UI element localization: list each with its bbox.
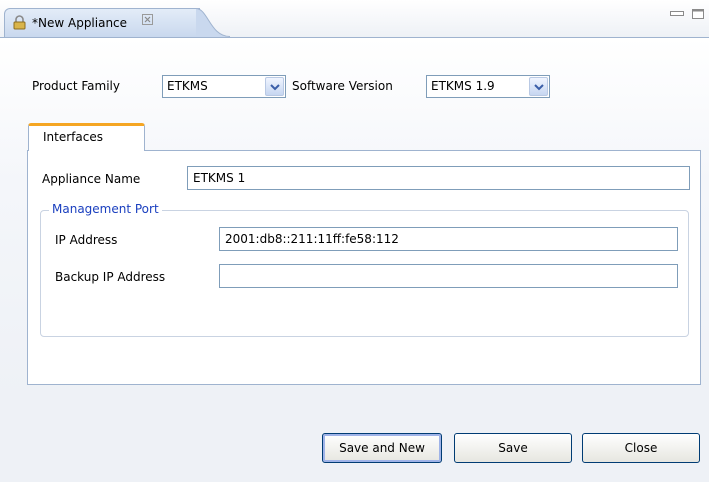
editor-tab-title: *New Appliance bbox=[32, 16, 128, 30]
editor-form-area: Product Family ETKMS Software Version ET… bbox=[0, 38, 709, 482]
software-version-select[interactable]: ETKMS 1.9 bbox=[426, 75, 550, 98]
tab-interfaces-label: Interfaces bbox=[43, 130, 103, 144]
software-version-label: Software Version bbox=[292, 79, 393, 93]
backup-ip-address-field[interactable] bbox=[219, 264, 678, 288]
chevron-down-icon[interactable] bbox=[265, 77, 284, 96]
product-family-value: ETKMS bbox=[167, 79, 208, 93]
chevron-down-icon[interactable] bbox=[529, 77, 548, 96]
save-and-new-button[interactable]: Save and New bbox=[322, 433, 442, 463]
tab-interfaces[interactable]: Interfaces bbox=[28, 123, 145, 151]
product-family-select[interactable]: ETKMS bbox=[162, 75, 286, 98]
ip-address-value: 2001:db8::211:11ff:fe58:112 bbox=[225, 232, 399, 246]
software-version-value: ETKMS 1.9 bbox=[431, 79, 495, 93]
appliance-name-value: ETKMS 1 bbox=[193, 171, 246, 185]
lock-icon bbox=[13, 15, 26, 30]
close-button[interactable]: Close bbox=[582, 433, 700, 463]
product-family-label: Product Family bbox=[32, 79, 120, 93]
management-port-group: Management Port IP Address 2001:db8::211… bbox=[40, 202, 689, 337]
appliance-name-label: Appliance Name bbox=[42, 172, 141, 186]
maximize-icon[interactable] bbox=[692, 9, 704, 19]
interfaces-tab-panel: Appliance Name ETKMS 1 Management Port I… bbox=[27, 150, 701, 385]
appliance-name-field[interactable]: ETKMS 1 bbox=[187, 166, 690, 190]
backup-ip-address-label: Backup IP Address bbox=[55, 270, 166, 284]
ip-address-field[interactable]: 2001:db8::211:11ff:fe58:112 bbox=[219, 227, 678, 251]
close-icon[interactable] bbox=[142, 14, 153, 25]
editor-tab-new-appliance[interactable]: *New Appliance bbox=[4, 8, 200, 37]
minimize-icon[interactable] bbox=[670, 10, 684, 18]
save-button[interactable]: Save bbox=[454, 433, 572, 463]
management-port-title: Management Port bbox=[49, 202, 162, 216]
editor-tab-curve bbox=[196, 8, 230, 37]
ip-address-label: IP Address bbox=[55, 233, 118, 247]
editor-tab-bar: *New Appliance bbox=[0, 0, 709, 38]
